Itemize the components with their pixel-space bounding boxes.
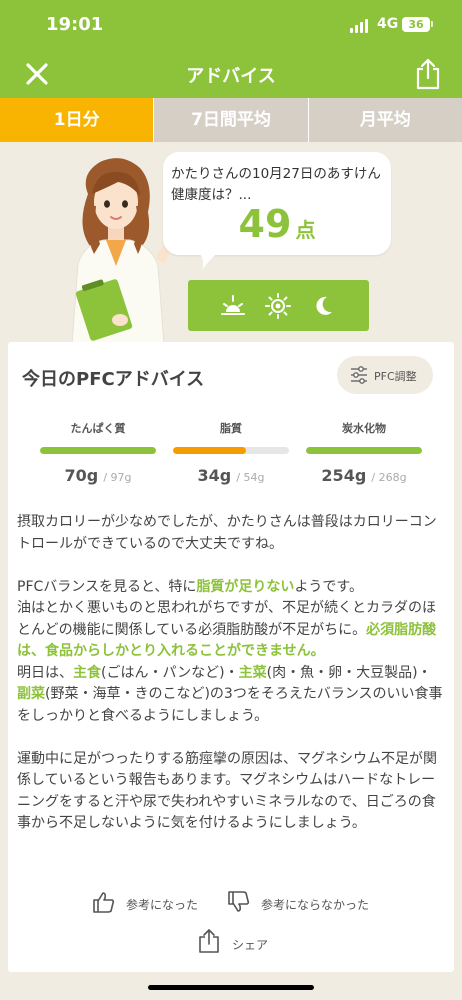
helpful-button[interactable]: 参考になった: [92, 890, 222, 916]
health-score-value: 49: [238, 202, 292, 246]
thumbs-down-icon: [228, 891, 250, 912]
share-icon[interactable]: [413, 57, 443, 91]
health-score-question: かたりさんの10月27日のあすけん健康度は？...: [171, 166, 381, 203]
nutrient-progress-bar: [306, 447, 422, 454]
sunrise-icon[interactable]: [220, 293, 246, 319]
nutrient-target: / 54g: [236, 471, 265, 484]
nutrient-target: / 268g: [371, 471, 407, 484]
advice-text-segment: (肉・魚・卵・大豆製品)・: [266, 664, 432, 681]
nutrient-amount: 70g / 97g: [40, 466, 156, 485]
nutrient-target: / 97g: [103, 471, 132, 484]
nutrient-carbohydrate: 炭水化物 254g / 268g: [306, 420, 422, 485]
sliders-icon: [351, 366, 367, 384]
nutrient-value: 254g: [321, 466, 367, 485]
pfc-adjust-label: PFC調整: [374, 370, 417, 383]
advice-paragraph: PFCバランスを見ると、特に脂質が足りないようです。 油はとかく悪いものと思われが…: [17, 577, 445, 728]
health-score: 49 点: [163, 202, 391, 246]
nutrient-label: 炭水化物: [342, 422, 386, 435]
advice-text-segment: PFCバランスを見ると、特に: [17, 578, 197, 595]
advice-text-segment: (ごはん・パンなど)・: [101, 664, 239, 681]
advice-text-segment: 明日は、: [17, 664, 73, 681]
nutrient-protein: たんぱく質 70g / 97g: [40, 420, 156, 485]
home-indicator: [148, 985, 314, 990]
nav-bar: アドバイス: [0, 50, 462, 98]
nutrient-value: 34g: [197, 466, 232, 485]
nutrient-label: 脂質: [220, 422, 242, 435]
nutrient-progress-fill: [40, 447, 156, 454]
card-title: 今日のPFCアドバイス: [22, 369, 205, 390]
health-score-unit: 点: [295, 218, 316, 242]
advice-highlight: 主菜: [238, 664, 267, 681]
advice-highlight: 主食: [73, 664, 101, 681]
tab-7day-average[interactable]: 7日間平均: [153, 98, 308, 142]
advisor-character-illustration: [71, 158, 171, 344]
nutrient-amount: 254g / 268g: [306, 466, 422, 485]
nutrient-progress-fill: [306, 447, 422, 454]
share-label: シェア: [232, 938, 269, 952]
nutrient-fat: 脂質 34g / 54g: [173, 420, 289, 485]
network-label: 4G: [377, 16, 399, 32]
page-title: アドバイス: [186, 66, 276, 87]
nutrient-value: 70g: [64, 466, 99, 485]
advice-paragraph: 運動中に足がつったりする筋痙攣の原因は、マグネシウム不足が関係しているという報告…: [17, 750, 437, 832]
advice-paragraph: 摂取カロリーが少なめでしたが、かたりさんは普段はカロリーコントロールができている…: [17, 514, 437, 552]
status-time: 19:01: [46, 14, 104, 35]
close-icon[interactable]: [24, 61, 50, 87]
advice-text: 摂取カロリーが少なめでしたが、かたりさんは普段はカロリーコントロールができている…: [17, 512, 445, 856]
nutrient-progress-bar: [40, 447, 156, 454]
pfc-advice-card: 今日のPFCアドバイス PFC調整 たんぱく質 70g / 97g 脂質 34g…: [8, 342, 454, 972]
health-score-bubble: かたりさんの10月27日のあすけん健康度は？... 49 点: [163, 152, 391, 255]
nutrient-label: たんぱく質: [70, 422, 126, 435]
hero-section: かたりさんの10月27日のあすけん健康度は？... 49 点: [0, 142, 462, 344]
nutrient-amount: 34g / 54g: [173, 466, 289, 485]
meal-time-selector: [188, 280, 369, 331]
bubble-tail: [196, 250, 222, 270]
tab-1day[interactable]: 1日分: [0, 98, 154, 142]
share-icon: [199, 929, 219, 953]
not-helpful-button[interactable]: 参考にならなかった: [227, 890, 397, 916]
advice-text-segment: ようです。: [294, 578, 364, 595]
period-tabs: 1日分 7日間平均 月平均: [0, 98, 462, 142]
tab-monthly-average[interactable]: 月平均: [307, 98, 462, 142]
thumbs-up-icon: [93, 892, 115, 913]
share-button[interactable]: シェア: [198, 928, 278, 956]
helpful-label: 参考になった: [126, 898, 199, 912]
advice-highlight: 脂質が足りない: [196, 578, 295, 595]
not-helpful-label: 参考にならなかった: [261, 898, 370, 912]
advice-text-segment: (野菜・海草・きのこなど)の3つをそろえたバランスのいい食事をしっかりと食べるよ…: [17, 686, 443, 724]
battery-icon: 36: [402, 17, 430, 32]
status-bar: 19:01 4G 36: [0, 0, 462, 50]
sun-icon[interactable]: [265, 293, 291, 319]
advice-highlight: 副菜: [17, 686, 45, 702]
pfc-adjust-button[interactable]: PFC調整: [337, 356, 433, 394]
signal-icon: [350, 19, 370, 33]
nutrient-progress-fill: [173, 447, 247, 454]
moon-icon[interactable]: [310, 293, 336, 319]
battery-tip: [431, 21, 433, 27]
nutrient-progress-bar: [173, 447, 289, 454]
